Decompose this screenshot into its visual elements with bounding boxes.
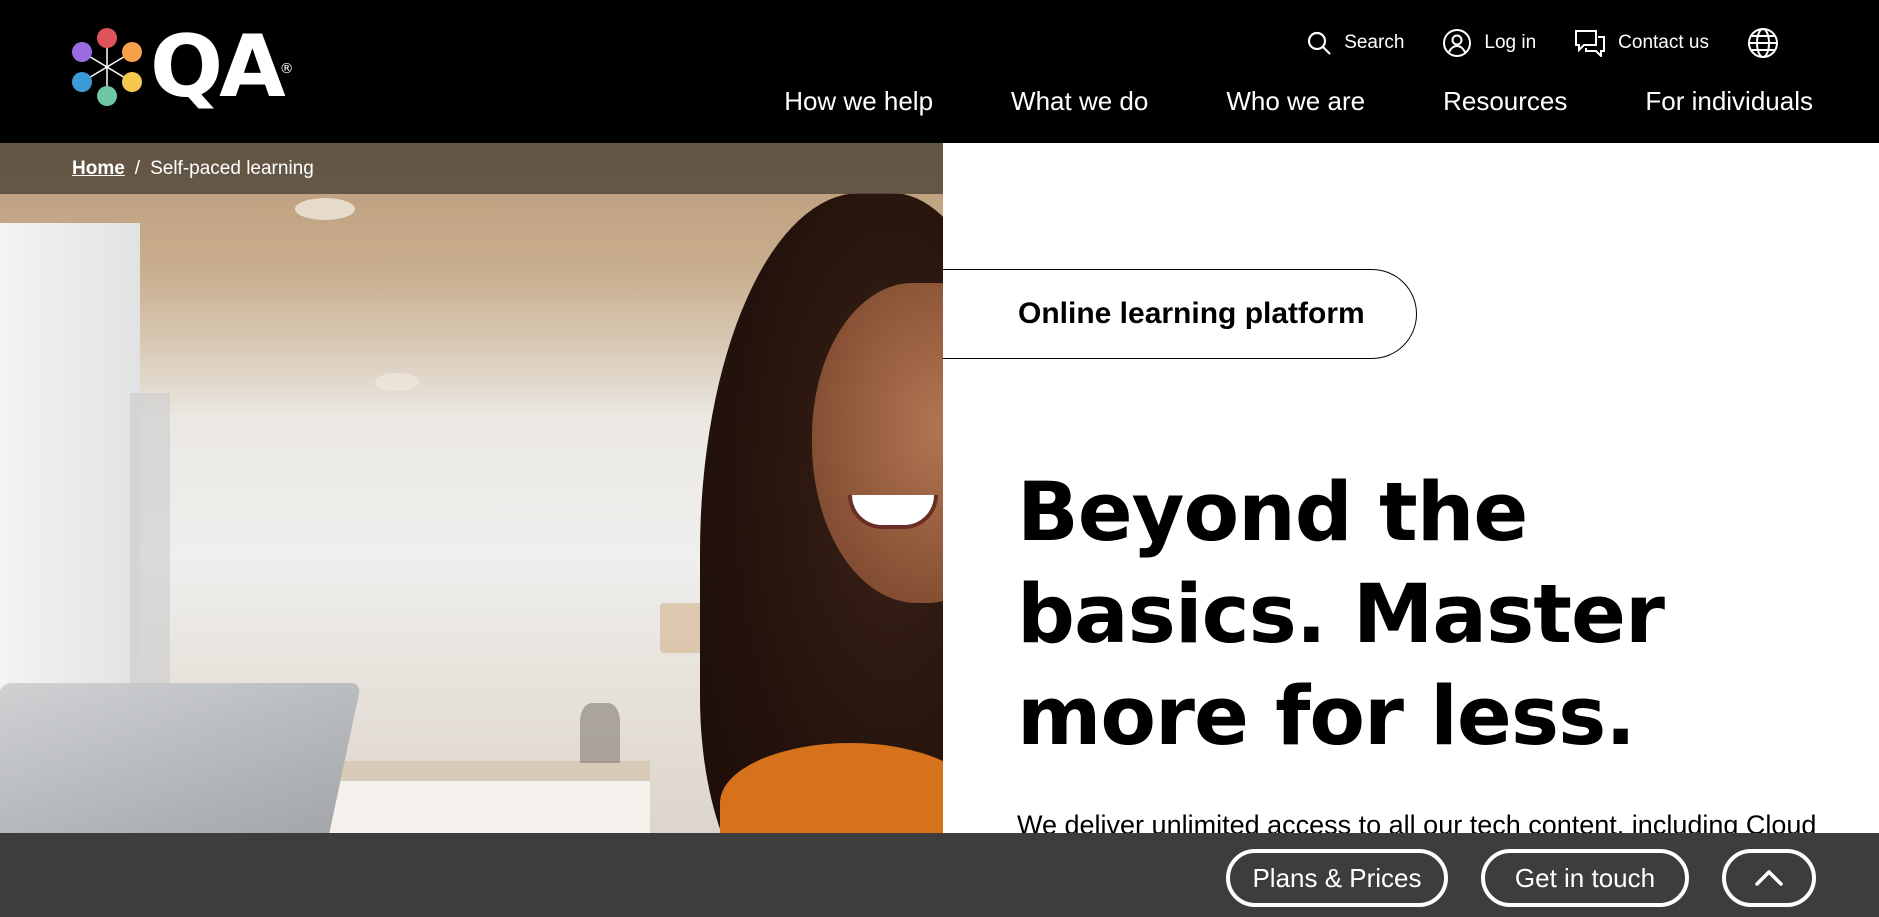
section-tag: Online learning platform — [943, 269, 1417, 359]
registered-mark: ® — [279, 61, 294, 77]
site-header: QA ® Search Log in Contact us How we hel… — [0, 0, 1879, 143]
main-nav: How we help What we do Who we are Resour… — [706, 86, 1813, 117]
utility-nav: Search Log in Contact us — [1268, 26, 1779, 60]
nav-for-individuals[interactable]: For individuals — [1645, 86, 1813, 117]
qa-logo-text: QA ® — [150, 17, 294, 117]
breadcrumb-current: Self-paced learning — [150, 157, 314, 179]
login-label: Log in — [1484, 32, 1537, 53]
language-selector[interactable] — [1747, 27, 1779, 59]
search-label: Search — [1344, 32, 1405, 53]
breadcrumb-separator: / — [134, 157, 141, 179]
qa-logo[interactable]: QA ® — [70, 17, 294, 117]
chat-icon — [1575, 30, 1606, 57]
search-icon — [1308, 31, 1331, 55]
nav-who-we-are[interactable]: Who we are — [1226, 86, 1365, 117]
hero-headline: Beyond the basics. Master more for less. — [1017, 466, 1665, 764]
chevron-up-icon — [1755, 870, 1783, 886]
breadcrumb-home-link[interactable]: Home — [72, 158, 125, 180]
login-link[interactable]: Log in — [1442, 28, 1536, 58]
qa-logo-mark-icon — [70, 26, 144, 108]
globe-icon — [1748, 28, 1778, 58]
plans-prices-button[interactable]: Plans & Prices — [1226, 849, 1448, 907]
search-link[interactable]: Search — [1306, 30, 1404, 56]
user-icon — [1443, 29, 1472, 57]
hero-photo — [0, 143, 943, 833]
breadcrumb: Home / Self-paced learning — [0, 143, 943, 194]
nav-how-we-help[interactable]: How we help — [784, 86, 933, 117]
nav-resources[interactable]: Resources — [1443, 86, 1567, 117]
nav-what-we-do[interactable]: What we do — [1011, 86, 1148, 117]
get-in-touch-button[interactable]: Get in touch — [1481, 849, 1689, 907]
contact-label: Contact us — [1618, 32, 1709, 53]
back-to-top-button[interactable] — [1722, 849, 1816, 907]
contact-link[interactable]: Contact us — [1574, 29, 1709, 57]
